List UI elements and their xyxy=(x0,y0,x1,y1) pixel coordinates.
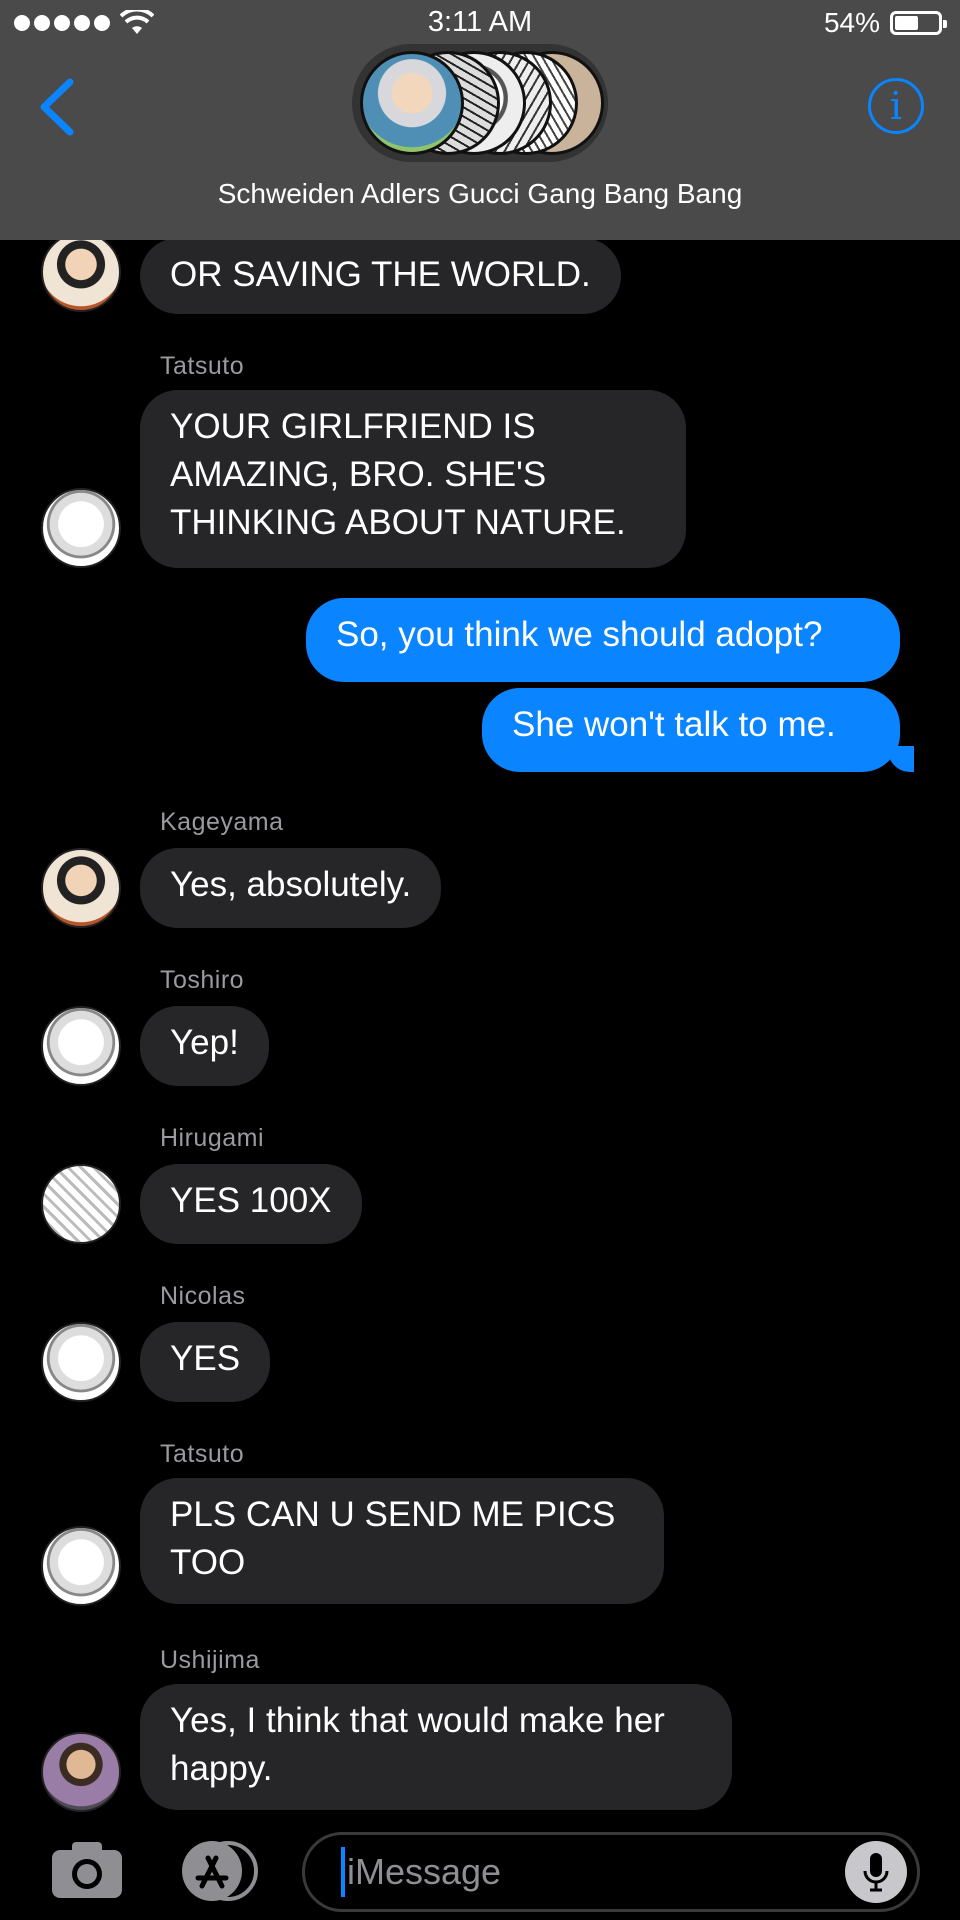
message-input[interactable]: iMessage xyxy=(302,1832,920,1912)
back-button[interactable] xyxy=(30,72,90,142)
group-name[interactable]: Schweiden Adlers Gucci Gang Bang Bang xyxy=(0,178,960,210)
sender-name: Nicolas xyxy=(160,1282,246,1310)
camera-button[interactable] xyxy=(50,1838,124,1900)
message-text: Yep! xyxy=(170,1023,239,1062)
text-cursor xyxy=(341,1847,345,1897)
sender-name: Kageyama xyxy=(160,808,284,836)
message-text: YES xyxy=(170,1339,241,1378)
info-button[interactable]: i xyxy=(868,78,924,134)
conversation-header: 3:11 AM 54% i Schweiden Adlers Gucci Gan… xyxy=(0,0,960,240)
chevron-left-icon xyxy=(40,78,74,136)
sender-name: Toshiro xyxy=(160,966,245,994)
camera-icon xyxy=(52,1842,122,1898)
message-bubble[interactable]: Yes, absolutely. xyxy=(140,848,442,928)
avatar-kageyama[interactable] xyxy=(41,848,121,928)
message-text: Yes, I think that would make her happy. xyxy=(170,1701,665,1788)
message-text: YOUR GIRLFRIEND IS AMAZING, BRO. SHE'S T… xyxy=(170,407,626,542)
message-text: PLS CAN U SEND ME PICS TOO xyxy=(170,1495,616,1582)
message-text: She won't talk to me. xyxy=(512,705,836,744)
bubble-tail xyxy=(888,746,914,772)
avatar-hirugami[interactable] xyxy=(41,1164,121,1244)
message-bubble[interactable]: Yep! xyxy=(140,1006,269,1086)
sender-name: Tatsuto xyxy=(160,352,245,380)
mic-button[interactable] xyxy=(845,1841,907,1903)
message-bubble[interactable]: PLS CAN U SEND ME PICS TOO xyxy=(140,1478,664,1604)
status-bar: 3:11 AM 54% xyxy=(0,0,960,46)
avatar-tatsuto[interactable] xyxy=(41,1526,121,1606)
message-bubble[interactable]: OR SAVING THE WORLD. xyxy=(140,238,621,314)
message-bubble[interactable]: YES xyxy=(140,1322,271,1402)
message-bubble[interactable]: YES 100X xyxy=(140,1164,362,1244)
sender-name: Tatsuto xyxy=(160,1440,245,1468)
battery-icon xyxy=(890,11,947,35)
group-avatar-stack[interactable] xyxy=(352,44,608,162)
group-member-avatar xyxy=(360,51,464,155)
sender-name: Ushijima xyxy=(160,1646,260,1674)
info-icon: i xyxy=(889,84,903,128)
message-placeholder: iMessage xyxy=(347,1851,502,1892)
message-bubble[interactable]: YOUR GIRLFRIEND IS AMAZING, BRO. SHE'S T… xyxy=(140,390,686,568)
message-text: Yes, absolutely. xyxy=(170,865,412,904)
message-text: So, you think we should adopt? xyxy=(336,615,823,654)
app-store-icon xyxy=(182,1841,258,1901)
app-drawer-button[interactable] xyxy=(176,1840,262,1902)
microphone-icon xyxy=(863,1853,889,1892)
sender-name: Hirugami xyxy=(160,1124,265,1152)
avatar-toshiro[interactable] xyxy=(41,1006,121,1086)
message-bubble-outgoing[interactable]: She won't talk to me. xyxy=(482,688,900,772)
message-thread: OR SAVING THE WORLD. Tatsuto YOUR GIRLFR… xyxy=(0,0,960,1920)
avatar-nicolas[interactable] xyxy=(41,1322,121,1402)
message-bubble-outgoing[interactable]: So, you think we should adopt? xyxy=(306,598,900,682)
composer-bar: iMessage xyxy=(0,1820,960,1920)
message-bubble[interactable]: Yes, I think that would make her happy. xyxy=(140,1684,732,1810)
avatar-tatsuto[interactable] xyxy=(41,488,121,568)
message-text: OR SAVING THE WORLD. xyxy=(170,255,591,294)
avatar-ushijima[interactable] xyxy=(41,1732,121,1812)
message-text: YES 100X xyxy=(170,1181,332,1220)
avatar-kageyama[interactable] xyxy=(41,232,121,312)
status-time: 3:11 AM xyxy=(427,6,533,38)
